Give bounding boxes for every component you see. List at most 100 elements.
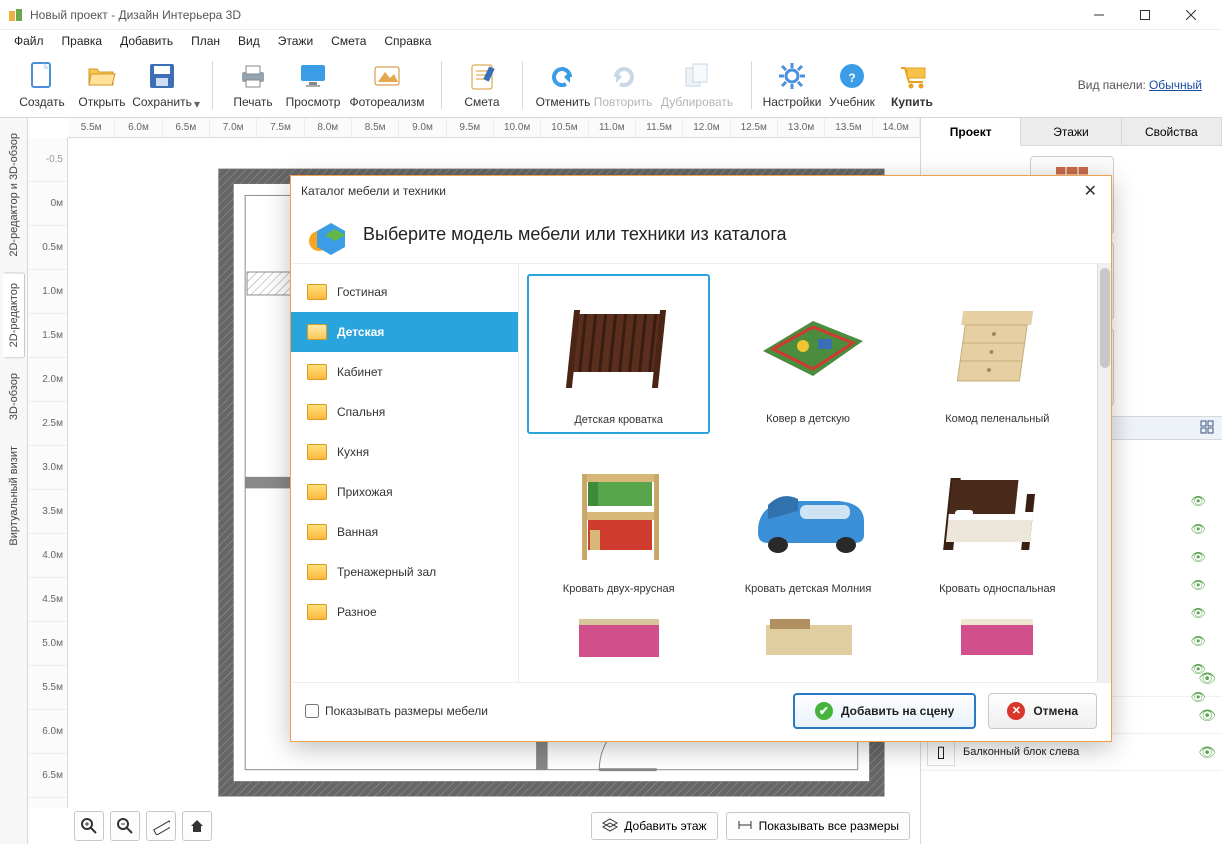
- visibility-toggle-icon[interactable]: 👁: [1191, 606, 1206, 620]
- tab-properties[interactable]: Свойства: [1122, 118, 1222, 145]
- furniture-catalog-dialog: Каталог мебели и техники ✕ Выберите моде…: [290, 175, 1112, 742]
- zoom-out-button[interactable]: [110, 811, 140, 841]
- open-button[interactable]: Открыть: [72, 58, 132, 111]
- ruler-tick: 12.0м: [683, 118, 730, 137]
- visibility-toggle-icon[interactable]: 👁: [1191, 522, 1206, 536]
- list-view-toggle-icon[interactable]: [1200, 420, 1214, 437]
- furniture-thumbnail: [913, 451, 1082, 581]
- furniture-card[interactable]: Кровать двух-ярусная: [527, 444, 710, 602]
- close-button[interactable]: [1168, 0, 1214, 30]
- folder-icon: [307, 364, 327, 380]
- visibility-toggle-icon[interactable]: 👁: [1191, 578, 1206, 592]
- settings-button[interactable]: Настройки: [762, 58, 822, 111]
- visibility-toggle-icon[interactable]: 👁: [1191, 494, 1206, 508]
- object-thumb-icon: ▯: [927, 738, 955, 766]
- category-item[interactable]: Спальня: [291, 392, 518, 432]
- ruler-tick: 0.5м: [28, 226, 67, 270]
- zoom-in-button[interactable]: [74, 811, 104, 841]
- vtab-3d[interactable]: 3D-обзор: [3, 362, 25, 431]
- furniture-grid[interactable]: Детская кроватка Ковер в детскую Комод п…: [519, 264, 1097, 682]
- maximize-button[interactable]: [1122, 0, 1168, 30]
- menu-estimate[interactable]: Смета: [323, 32, 374, 50]
- menu-view[interactable]: Вид: [230, 32, 268, 50]
- tab-floors[interactable]: Этажи: [1021, 118, 1121, 145]
- folder-icon: [307, 524, 327, 540]
- category-item[interactable]: Кухня: [291, 432, 518, 472]
- vtab-virtual[interactable]: Виртуальный визит: [3, 435, 25, 557]
- menu-add[interactable]: Добавить: [112, 32, 181, 50]
- category-item[interactable]: Прихожая: [291, 472, 518, 512]
- visibility-toggle-icon[interactable]: 👁: [1191, 550, 1206, 564]
- save-dropdown[interactable]: ▾: [192, 97, 202, 111]
- category-item[interactable]: Гостиная: [291, 272, 518, 312]
- photoreal-button[interactable]: Фотореализм: [343, 58, 431, 111]
- show-sizes-checkbox[interactable]: Показывать размеры мебели: [305, 704, 488, 718]
- menu-help[interactable]: Справка: [376, 32, 439, 50]
- save-button[interactable]: Сохранить: [132, 58, 192, 111]
- ruler-tick: 1.0м: [28, 270, 67, 314]
- gear-icon: [776, 60, 808, 92]
- category-item[interactable]: Ванная: [291, 512, 518, 552]
- ruler-tick: 11.0м: [589, 118, 636, 137]
- category-item[interactable]: Детская: [291, 312, 518, 352]
- dialog-close-button[interactable]: ✕: [1080, 177, 1101, 205]
- furniture-thumbnail: [723, 451, 892, 581]
- menu-file[interactable]: Файл: [6, 32, 52, 50]
- canvas-footer-left: [68, 808, 218, 844]
- furniture-card[interactable]: [527, 612, 710, 664]
- furniture-card[interactable]: [906, 612, 1089, 664]
- duplicate-button[interactable]: Дублировать: [653, 58, 741, 111]
- redo-button[interactable]: Повторить: [593, 58, 653, 111]
- cancel-button[interactable]: ✕ Отмена: [988, 693, 1097, 729]
- buy-button[interactable]: Купить: [882, 58, 942, 111]
- visibility-toggle-icon[interactable]: 👁: [1191, 634, 1206, 648]
- furniture-card[interactable]: [716, 612, 899, 664]
- category-item[interactable]: Кабинет: [291, 352, 518, 392]
- menu-floors[interactable]: Этажи: [270, 32, 321, 50]
- furniture-card[interactable]: Детская кроватка: [527, 274, 710, 434]
- ruler-tick: 3.0м: [28, 446, 67, 490]
- minimize-button[interactable]: [1076, 0, 1122, 30]
- folder-icon: [307, 404, 327, 420]
- vtab-2d[interactable]: 2D-редактор: [3, 272, 25, 358]
- vtab-2d3d[interactable]: 2D-редактор и 3D-обзор: [3, 122, 25, 268]
- category-item[interactable]: Разное: [291, 592, 518, 632]
- ruler-tick: 9.0м: [399, 118, 446, 137]
- visibility-toggle-icon[interactable]: 👁: [1198, 744, 1216, 761]
- ruler-tick: 6.0м: [115, 118, 162, 137]
- notepad-icon: [466, 60, 498, 92]
- visibility-toggle-icon[interactable]: 👁: [1191, 662, 1206, 676]
- tutorial-button[interactable]: ? Учебник: [822, 58, 882, 111]
- preview-button[interactable]: Просмотр: [283, 58, 343, 111]
- print-button[interactable]: Печать: [223, 58, 283, 111]
- furniture-card[interactable]: Комод пеленальный: [906, 274, 1089, 434]
- ruler-tick: 4.0м: [28, 534, 67, 578]
- estimate-button[interactable]: Смета: [452, 58, 512, 111]
- menu-plan[interactable]: План: [183, 32, 228, 50]
- svg-text:?: ?: [848, 71, 855, 85]
- grid-scrollbar[interactable]: [1097, 264, 1111, 682]
- category-item[interactable]: Тренажерный зал: [291, 552, 518, 592]
- tab-project[interactable]: Проект: [921, 118, 1021, 146]
- monitor-icon: [297, 60, 329, 92]
- panel-mode-link[interactable]: Обычный: [1149, 78, 1202, 92]
- layers-icon: [602, 817, 618, 836]
- menu-edit[interactable]: Правка: [54, 32, 111, 50]
- add-to-scene-button[interactable]: ✔ Добавить на сцену: [793, 693, 976, 729]
- ruler-tick: 11.5м: [636, 118, 683, 137]
- redo-icon: [607, 60, 639, 92]
- home-button[interactable]: [182, 811, 212, 841]
- show-dimensions-button[interactable]: Показывать все размеры: [726, 812, 910, 840]
- ruler-tick: 7.0м: [210, 118, 257, 137]
- furniture-card[interactable]: Кровать детская Молния: [716, 444, 899, 602]
- visibility-toggle-icon[interactable]: 👁: [1191, 690, 1206, 704]
- visibility-toggle-icon[interactable]: 👁: [1198, 707, 1216, 724]
- new-button[interactable]: Создать: [12, 58, 72, 111]
- folder-icon: [307, 324, 327, 340]
- furniture-card[interactable]: Ковер в детскую: [716, 274, 899, 434]
- furniture-card[interactable]: Кровать односпальная: [906, 444, 1089, 602]
- add-floor-button[interactable]: Добавить этаж: [591, 812, 717, 840]
- undo-button[interactable]: Отменить: [533, 58, 593, 111]
- furniture-thumbnail: [913, 281, 1082, 411]
- measure-button[interactable]: [146, 811, 176, 841]
